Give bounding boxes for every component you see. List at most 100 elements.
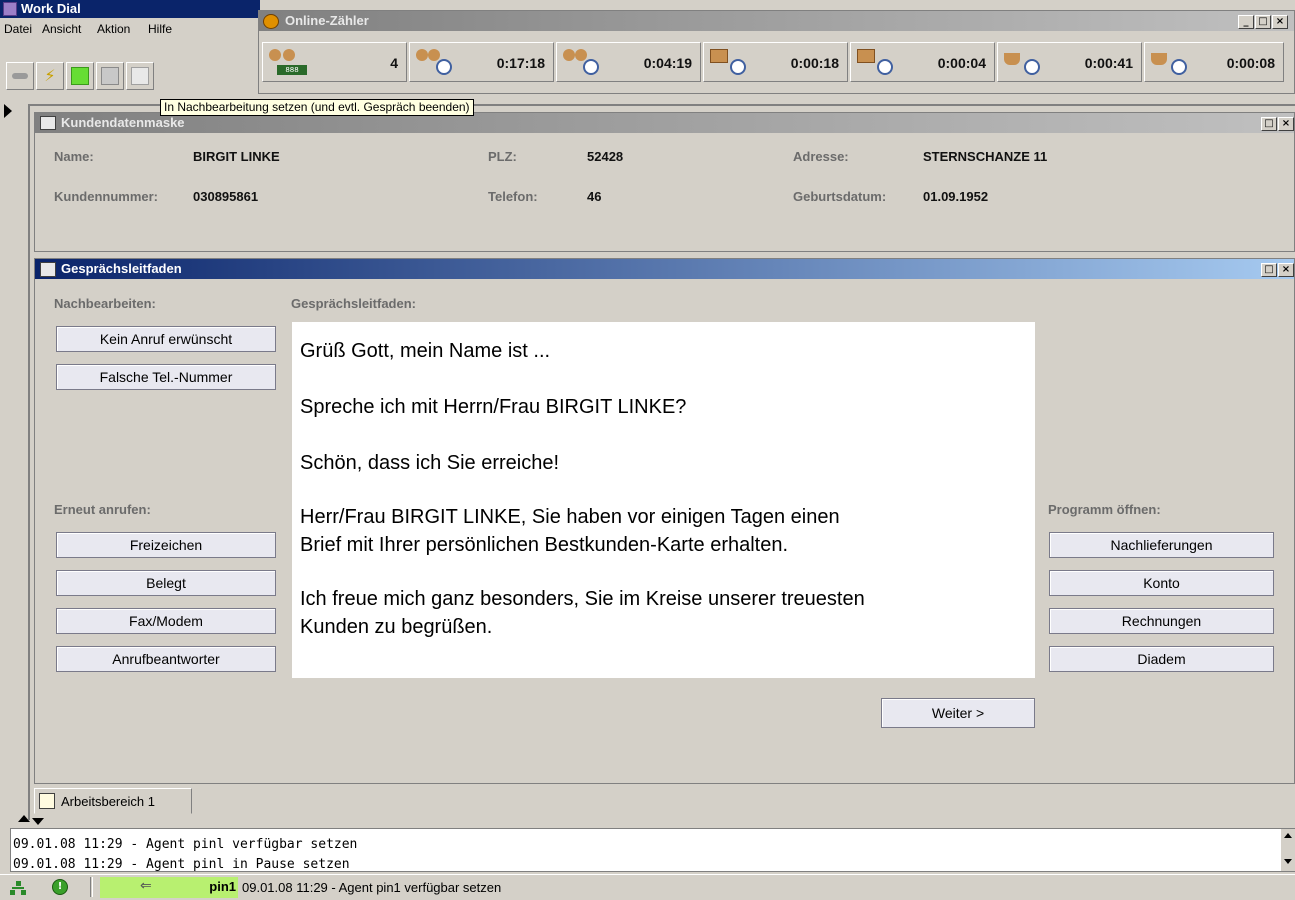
script-line-reached: Schön, dass ich Sie erreiche!	[300, 452, 560, 474]
customer-number-label: Kundennummer:	[54, 189, 158, 204]
dial-button[interactable]: ⚡	[36, 62, 64, 90]
gray-square-icon	[101, 67, 119, 85]
form-icon	[40, 116, 56, 130]
log-line-1: 09.01.08 11:29 - Agent pinl verfügbar se…	[13, 837, 358, 852]
guide-title: Gesprächsleitfaden	[61, 261, 182, 276]
counter-phone-timer: 0:00:18	[703, 42, 848, 82]
redial-heading: Erneut anrufen:	[54, 502, 151, 517]
menu-bar: Datei Ansicht Aktion Hilfe	[0, 18, 260, 40]
counter-phone-check: 0:00:04	[850, 42, 995, 82]
name-label: Name:	[54, 149, 94, 164]
guide-heading: Gesprächsleitfaden:	[291, 296, 416, 311]
splitter-down-icon[interactable]	[32, 818, 44, 825]
guide-icon	[40, 262, 56, 277]
no-call-wanted-button[interactable]: Kein Anruf erwünscht	[56, 326, 276, 352]
counter-title-bar: Online-Zähler	[259, 11, 1294, 31]
close-icon[interactable]: ×	[1272, 15, 1288, 29]
birthdate-value: 01.09.1952	[923, 189, 989, 204]
customer-close-icon[interactable]: ×	[1278, 117, 1294, 131]
fax-modem-button[interactable]: Fax/Modem	[56, 608, 276, 634]
customer-number-value: 030895861	[193, 189, 259, 204]
log-line-2: 09.01.08 11:29 - Agent pinl in Pause set…	[13, 857, 350, 872]
menu-hilfe[interactable]: Hilfe	[148, 22, 172, 36]
next-button[interactable]: Weiter >	[881, 698, 1035, 728]
workspace-tab-label: Arbeitsbereich 1	[61, 794, 155, 809]
pause-cup-timer-icon	[1002, 47, 1044, 77]
light-square-icon	[131, 67, 149, 85]
program-heading: Programm öffnen:	[1048, 502, 1161, 517]
scroll-up-icon[interactable]	[1284, 833, 1292, 838]
plz-label: PLZ:	[488, 149, 517, 164]
status-ok-icon: !	[52, 879, 68, 895]
splitter-up-icon[interactable]	[18, 815, 30, 822]
handset-button[interactable]	[6, 62, 34, 90]
menu-ansicht[interactable]: Ansicht	[42, 22, 81, 36]
pause-button[interactable]	[96, 62, 124, 90]
status-message: 09.01.08 11:29 - Agent pin1 verfügbar se…	[242, 880, 502, 895]
account-button[interactable]: Konto	[1049, 570, 1274, 596]
handset-icon	[12, 73, 28, 79]
counter-title: Online-Zähler	[285, 13, 369, 28]
workspace-icon	[39, 793, 55, 809]
guide-maximize-icon[interactable]: □	[1261, 263, 1277, 277]
wrapup-button[interactable]	[126, 62, 154, 90]
menu-aktion[interactable]: Aktion	[97, 22, 130, 36]
dial-tone-button[interactable]: Freizeichen	[56, 532, 276, 558]
birthdate-label: Geburtsdatum:	[793, 189, 887, 204]
cup-timer-icon	[1149, 47, 1191, 77]
network-icon	[10, 881, 26, 895]
counter-cup: 0:00:08	[1144, 42, 1284, 82]
green-square-icon	[71, 67, 89, 85]
customer-maximize-icon[interactable]: □	[1261, 117, 1277, 131]
phone-value: 46	[587, 189, 602, 204]
counter-window-icon	[263, 14, 279, 29]
app-icon	[3, 2, 17, 16]
tooltip: In Nachbearbeitung setzen (und evtl. Ges…	[160, 99, 474, 116]
phone-check-timer-icon	[855, 47, 897, 77]
app-title: Work Dial	[21, 1, 81, 16]
counter-agent-talk: 0:17:18	[409, 42, 554, 82]
guide-script-area: Grüß Gott, mein Name ist ... Spreche ich…	[292, 322, 1035, 678]
plz-value: 52428	[587, 149, 624, 164]
counter-pause-cup: 0:00:41	[997, 42, 1142, 82]
busy-button[interactable]: Belegt	[56, 570, 276, 596]
agents-waiting-icon: 888	[267, 47, 309, 77]
customer-panel	[34, 112, 1295, 252]
phone-label: Telefon:	[488, 189, 538, 204]
splitter-arrow-right-icon[interactable]	[4, 104, 12, 118]
customer-title-bar: Kundendatenmaske	[35, 113, 1294, 133]
answering-machine-button[interactable]: Anrufbeantworter	[56, 646, 276, 672]
back-arrow-icon: ⇐	[140, 878, 152, 894]
log-scrollbar[interactable]	[1281, 829, 1295, 871]
menu-datei[interactable]: Datei	[4, 22, 32, 36]
guide-close-icon[interactable]: ×	[1278, 263, 1294, 277]
address-value: STERNSCHANZE 11	[923, 149, 1048, 164]
deliveries-button[interactable]: Nachlieferungen	[1049, 532, 1274, 558]
counter-agents-timer: 0:04:19	[556, 42, 701, 82]
scroll-down-icon[interactable]	[1284, 859, 1292, 864]
guide-title-bar: Gesprächsleitfaden	[35, 259, 1294, 279]
maximize-icon[interactable]: □	[1255, 15, 1271, 29]
script-line-greeting: Grüß Gott, mein Name ist ...	[300, 340, 551, 362]
counter-value-talk: 0:17:18	[496, 55, 545, 71]
lightning-icon: ⚡	[44, 66, 56, 85]
counter-value-check: 0:00:04	[937, 55, 986, 71]
counter-value-pause: 0:00:41	[1084, 55, 1133, 71]
invoices-button[interactable]: Rechnungen	[1049, 608, 1274, 634]
script-line-welcome-2: Kunden zu begrüßen.	[300, 616, 493, 638]
agents-timer-icon	[561, 47, 603, 77]
script-line-letter-2: Brief mit Ihrer persönlichen Bestkunden-…	[300, 534, 789, 556]
workspace-tab[interactable]: Arbeitsbereich 1	[34, 788, 192, 814]
minimize-icon[interactable]: _	[1238, 15, 1254, 29]
log-area[interactable]: 09.01.08 11:29 - Agent pinl verfügbar se…	[10, 828, 1295, 872]
diadem-button[interactable]: Diadem	[1049, 646, 1274, 672]
available-button[interactable]	[66, 62, 94, 90]
counter-value-cup: 0:00:08	[1226, 55, 1275, 71]
wrong-number-button[interactable]: Falsche Tel.-Nummer	[56, 364, 276, 390]
status-divider	[90, 877, 93, 897]
counter-agents-waiting: 888 4	[262, 42, 407, 82]
customer-title: Kundendatenmaske	[61, 115, 185, 130]
agent-status-field: ⇐ pin1	[100, 877, 238, 898]
name-value: BIRGIT LINKE	[193, 149, 280, 164]
counter-value-waiting: 4	[390, 55, 398, 71]
